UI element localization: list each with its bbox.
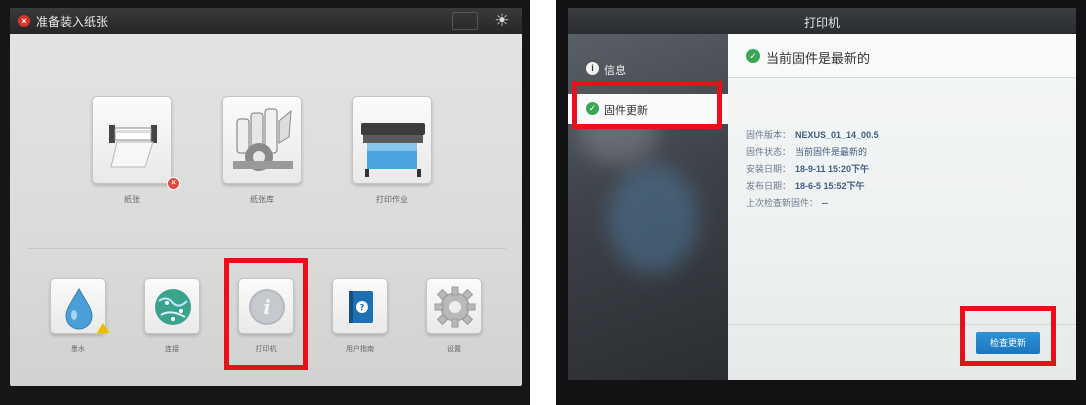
paper-error-badge: × [167,177,180,190]
paper-library-icon [233,108,293,171]
tile-connectivity[interactable] [144,278,200,334]
screen-reflection [608,164,698,274]
tile-print-jobs[interactable] [352,96,432,184]
screen-title: 打印机 [803,16,840,30]
photo-printer-home-screen: × 准备装入纸张 ☀ × 纸张 纸张库 打印作业 墨水 连接 i 打印机 ? 用… [0,0,530,405]
release-date-label: 发布日期： [746,181,792,191]
sidebar-item-label: 信息 [604,65,626,77]
tile-user-guide[interactable]: ? [332,278,388,334]
install-date-row: 安装日期： 18-9-11 15:20下午 [746,162,869,175]
last-check-label: 上次检查新固件： [746,198,819,208]
tile-connectivity-label: 连接 [165,346,179,353]
install-date-value: 18-9-11 15:20下午 [795,164,870,174]
svg-text:?: ? [360,303,365,312]
highlight-firmware-update-item [572,81,722,129]
tile-print-jobs-label: 打印作业 [376,195,408,204]
tile-paper-label: 纸张 [124,195,140,204]
paper-roll-icon [109,125,157,168]
user-guide-icon: ? [349,291,373,323]
status-message: 准备装入纸张 [36,15,109,29]
firmware-state-value: 当前固件是最新的 [795,147,868,157]
title-bar: 打印机 [568,8,1076,34]
tile-user-guide-label: 用户指南 [346,346,374,353]
check-circle-icon: ✓ [746,49,760,63]
last-check-value: -- [822,198,829,208]
tile-paper[interactable]: × [92,96,180,190]
status-indicator [452,12,478,30]
firmware-state-row: 固件状态： 当前固件是最新的 [746,145,867,158]
firmware-status-header: ✓ 当前固件是最新的 [728,34,1076,78]
info-icon: i [586,62,599,75]
highlight-check-update-button [960,306,1056,366]
firmware-version-row: 固件版本： NEXUS_01_14_00.5 [746,128,879,141]
last-check-row: 上次检查新固件： -- [746,196,828,209]
globe-network-icon [155,289,191,325]
firmware-status-title: 当前固件是最新的 [766,51,871,66]
tile-settings[interactable] [426,278,482,334]
ink-warning-icon [97,323,109,333]
tile-paper-library-label: 纸张库 [250,195,274,204]
release-date-row: 发布日期： 18-6-5 15:52下午 [746,179,865,192]
firmware-version-value: NEXUS_01_14_00.5 [795,130,879,140]
tile-settings-label: 设置 [447,346,461,353]
brightness-icon[interactable]: ☀ [490,10,514,32]
tile-divider [28,248,506,249]
highlight-printer-tile [224,258,308,370]
tile-paper-library[interactable] [222,96,302,184]
firmware-state-label: 固件状态： [746,147,792,157]
release-date-value: 18-6-5 15:52下午 [795,181,865,191]
printer-large-icon [361,123,425,177]
photo-firmware-screen: 打印机 i 信息 ✓ 固件更新 ✓ 当前固件是最新的 固件版本： NEXUS_01… [556,0,1086,405]
error-icon: × [18,15,30,27]
gear-icon [434,286,476,328]
sidebar-item-info[interactable]: i 信息 [568,54,728,84]
install-date-label: 安装日期： [746,164,792,174]
status-bar: × 准备装入纸张 ☀ [10,8,522,34]
tile-ink-label: 墨水 [71,346,85,353]
firmware-version-label: 固件版本： [746,130,792,140]
tile-ink[interactable]: ! [50,278,109,334]
